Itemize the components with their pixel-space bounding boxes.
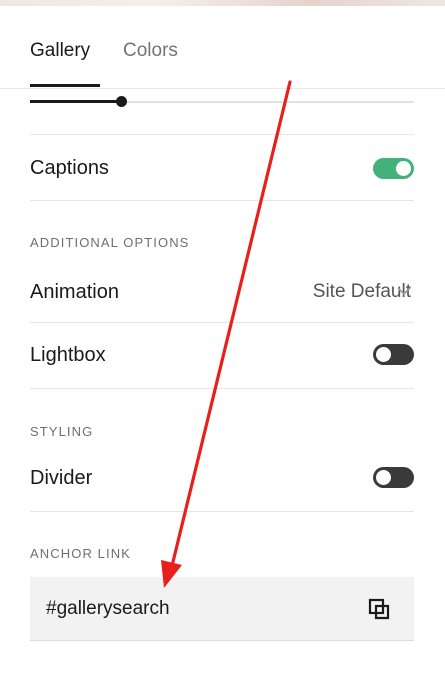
active-tab-indicator <box>30 84 100 87</box>
row-divider <box>30 388 414 389</box>
row-divider <box>30 322 414 323</box>
row-divider <box>30 134 414 135</box>
animation-label: Animation <box>30 281 119 303</box>
divider-toggle[interactable] <box>373 467 414 488</box>
toggle-knob <box>396 161 411 176</box>
divider-label: Divider <box>30 467 93 489</box>
section-header-additional-options: ADDITIONAL OPTIONS <box>30 235 190 250</box>
panel-header: Gallery Colors <box>0 6 445 89</box>
row-divider <box>30 200 414 201</box>
anchor-link-value[interactable]: #gallerysearch <box>46 597 170 621</box>
tab-gallery[interactable]: Gallery <box>30 40 90 62</box>
toggle-knob <box>376 470 391 485</box>
copy-icon[interactable] <box>367 597 391 621</box>
lightbox-toggle[interactable] <box>373 344 414 365</box>
slider-handle[interactable] <box>116 96 127 107</box>
row-divider <box>30 511 414 512</box>
anchor-link-field[interactable]: #gallerysearch <box>30 577 414 641</box>
toggle-knob <box>376 347 391 362</box>
slider-fill <box>30 100 122 103</box>
captions-label: Captions <box>30 157 109 179</box>
chevron-down-icon[interactable] <box>394 283 414 299</box>
section-header-anchor-link: ANCHOR LINK <box>30 546 131 561</box>
captions-toggle[interactable] <box>373 158 414 179</box>
tab-colors[interactable]: Colors <box>123 40 178 62</box>
gallery-settings-panel: Gallery Colors Captions ADDITIONAL OPTIO… <box>0 0 445 700</box>
section-header-styling: STYLING <box>30 424 94 439</box>
lightbox-label: Lightbox <box>30 344 106 366</box>
